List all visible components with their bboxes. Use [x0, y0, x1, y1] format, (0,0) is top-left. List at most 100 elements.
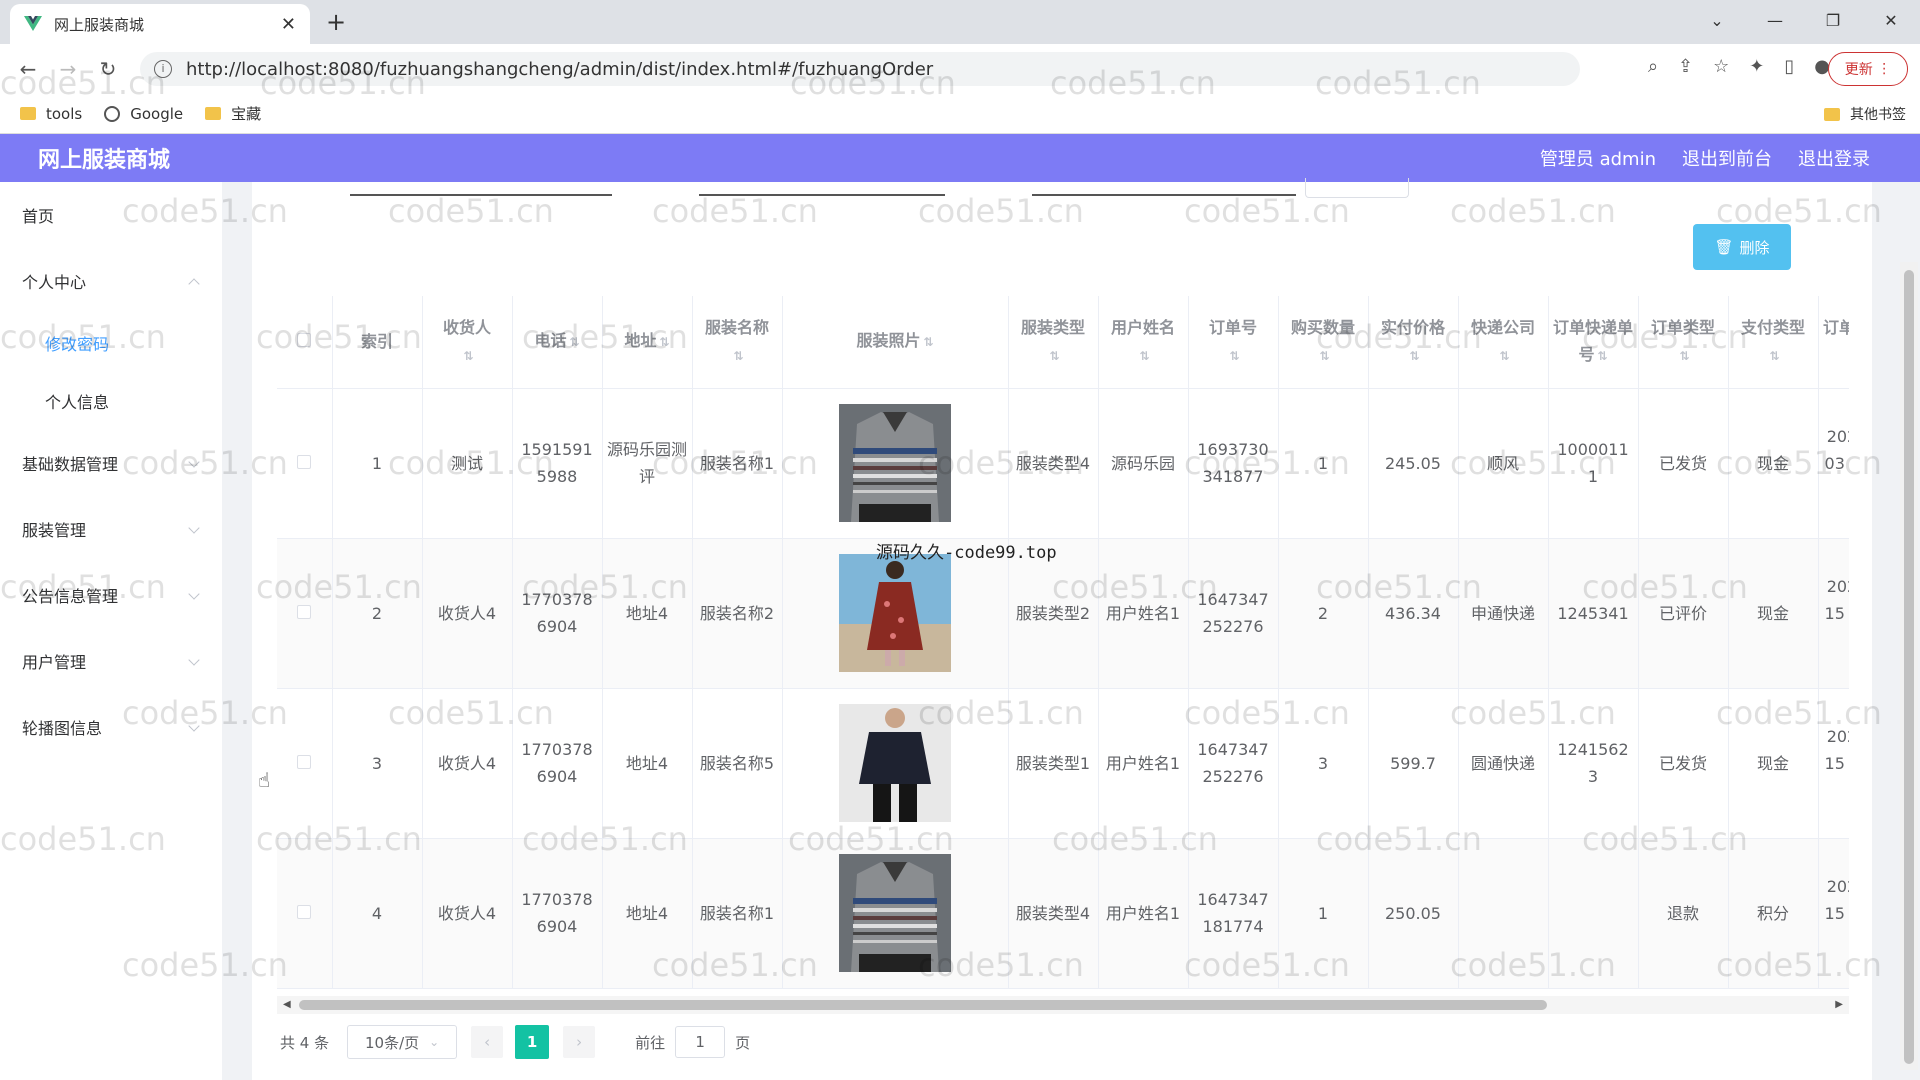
other-bookmarks[interactable]: 其他书签 [1824, 104, 1906, 124]
sidebar-item-label: 个人信息 [45, 393, 110, 412]
cell-username: 用户姓名1 [1098, 538, 1189, 689]
cell-tracking: 10000111 [1548, 388, 1639, 539]
sort-icon: ⇅ [1409, 348, 1420, 363]
new-tab-icon[interactable]: + [326, 8, 346, 36]
site-info-icon[interactable]: i [154, 60, 172, 78]
url-field[interactable]: i http://localhost:8080/fuzhuangshangche… [140, 52, 1580, 86]
sidebar-item-personal-center[interactable]: 个人中心 [0, 248, 222, 314]
cell-payment-type: 积分 [1728, 838, 1819, 989]
column-header[interactable]: 服装照片 ⇅ [782, 296, 1009, 389]
black-sweater-photo[interactable] [839, 704, 951, 822]
column-header[interactable]: 实付价格 ⇅ [1368, 296, 1459, 389]
column-header[interactable]: 订单号 ⇅ [1188, 296, 1279, 389]
goto-page-input[interactable]: 1 [675, 1026, 726, 1058]
column-header[interactable]: 用户姓名 ⇅ [1098, 296, 1189, 389]
cell-phone: 17703786904 [512, 838, 603, 989]
scrollbar-thumb[interactable] [1904, 270, 1914, 1064]
bookmark-label: tools [46, 104, 83, 123]
logout-link[interactable]: 退出登录 [1798, 145, 1870, 171]
window-close-icon[interactable]: ✕ [1862, 11, 1920, 30]
scroll-left-icon[interactable]: ◀ [283, 996, 291, 1014]
to-front-link[interactable]: 退出到前台 [1682, 145, 1772, 171]
tab-close-icon[interactable]: ✕ [281, 14, 296, 35]
extensions-icon[interactable]: ✦ [1749, 56, 1764, 77]
column-header[interactable]: 电话 ⇅ [512, 296, 603, 389]
sort-icon: ⇅ [463, 348, 474, 363]
row-checkbox[interactable] [277, 838, 333, 989]
table-row[interactable]: 1 测试 15915915988 源码乐园测评 服装名称1 服装类型4 源码乐园… [277, 388, 1849, 539]
zoom-icon[interactable]: ⌕ [1648, 56, 1658, 77]
maximize-icon[interactable]: ❐ [1804, 11, 1862, 30]
cell-order-number: 1647347252276 [1188, 688, 1279, 839]
bookmark-star-icon[interactable]: ☆ [1713, 56, 1729, 77]
table-row[interactable]: 4 收货人4 17703786904 地址4 服装名称1 服装类型4 用户姓名1… [277, 838, 1849, 989]
page-size-value: 10条/页 [364, 1033, 420, 1052]
column-header[interactable]: 订单创建时间⇅ [1818, 296, 1849, 389]
column-header[interactable]: 购买数量 ⇅ [1278, 296, 1369, 389]
update-button[interactable]: 更新 ⋮ [1828, 52, 1908, 86]
bookmark-google[interactable]: Google [104, 105, 183, 123]
cell-payment-type: 现金 [1728, 688, 1819, 839]
forward-icon[interactable]: → [48, 57, 88, 81]
sidebar-item-change-password[interactable]: 修改密码 [0, 314, 222, 372]
search-input-2[interactable] [699, 194, 945, 196]
sidebar-item-home[interactable]: 首页 [0, 182, 222, 248]
sidebar-item-notice[interactable]: 公告信息管理 [0, 562, 222, 628]
side-panel-icon[interactable]: ▯ [1784, 56, 1794, 77]
page-size-select[interactable]: 10条/页 ⌄ [347, 1025, 458, 1059]
browser-tabbar: 网上服装商城 ✕ + ⌄ — ❐ ✕ [0, 0, 1920, 44]
chevron-down-icon [188, 456, 200, 468]
browser-tab[interactable]: 网上服装商城 ✕ [10, 4, 310, 44]
cell-order-number: 1693730341877 [1188, 388, 1279, 539]
scrollbar-thumb[interactable] [299, 1000, 1547, 1010]
table-row[interactable]: 3 收货人4 17703786904 地址4 服装名称5 服装类型1 用户姓名1… [277, 688, 1849, 839]
cell-username: 用户姓名1 [1098, 688, 1189, 839]
column-header[interactable]: 服装类型 ⇅ [1008, 296, 1099, 389]
search-input-1[interactable] [350, 194, 612, 196]
app-header: 网上服装商城 管理员 admin 退出到前台 退出登录 [0, 134, 1920, 182]
row-checkbox[interactable] [277, 688, 333, 839]
column-header[interactable]: 收货人 ⇅ [422, 296, 513, 389]
scroll-right-icon[interactable]: ▶ [1835, 996, 1843, 1014]
page-number-button[interactable]: 1 [515, 1025, 550, 1059]
column-header[interactable]: 订单快递单号 ⇅ [1548, 296, 1639, 389]
horizontal-scrollbar[interactable]: ◀ ▶ [277, 996, 1849, 1014]
column-header[interactable]: 订单类型 ⇅ [1638, 296, 1729, 389]
bookmark-tools[interactable]: tools [20, 105, 82, 123]
hand-cursor-icon: ☝ [258, 768, 271, 792]
select-all-checkbox[interactable] [277, 296, 333, 389]
minimize-icon[interactable]: — [1746, 11, 1804, 30]
column-header[interactable]: 服装名称 ⇅ [692, 296, 783, 389]
column-header[interactable]: 支付类型 ⇅ [1728, 296, 1819, 389]
sidebar-item-clothing[interactable]: 服装管理 [0, 496, 222, 562]
sidebar-item-users[interactable]: 用户管理 [0, 628, 222, 694]
vertical-scrollbar[interactable] [1900, 262, 1918, 1070]
cell-order-type: 已评价 [1638, 538, 1729, 689]
search-button[interactable] [1305, 178, 1409, 198]
cell-receiver: 收货人4 [422, 838, 513, 989]
delete-button[interactable]: 🗑 删除 [1693, 224, 1791, 270]
column-header[interactable]: 地址 ⇅ [602, 296, 693, 389]
striped-polo-shirt-photo[interactable] [839, 404, 951, 522]
row-checkbox[interactable] [277, 538, 333, 689]
next-page-button[interactable]: › [563, 1026, 596, 1058]
row-checkbox[interactable] [277, 388, 333, 539]
back-icon[interactable]: ← [8, 57, 48, 81]
main-content: 🗑 删除 索引 收货人 ⇅ 电话 ⇅ 地址 ⇅ 服装名称 ⇅ 服装照片 ⇅ 服装类型 ⇅ 用… [252, 178, 1872, 1080]
search-input-3[interactable] [1032, 194, 1296, 196]
prev-page-button[interactable]: ‹ [471, 1026, 504, 1058]
column-header[interactable]: 快递公司 ⇅ [1458, 296, 1549, 389]
share-icon[interactable]: ⇪ [1678, 56, 1693, 77]
cell-payment-type: 现金 [1728, 538, 1819, 689]
sidebar-item-carousel[interactable]: 轮播图信息 [0, 694, 222, 760]
tab-list-icon[interactable]: ⌄ [1688, 11, 1746, 30]
bookmark-treasure[interactable]: 宝藏 [205, 103, 261, 124]
cell-price: 599.7 [1368, 688, 1459, 839]
sidebar-item-basic-data[interactable]: 基础数据管理 [0, 430, 222, 496]
table-row[interactable]: 2 收货人4 17703786904 地址4 服装名称2 服装类型2 用户姓名1… [277, 538, 1849, 689]
red-floral-dress-photo[interactable] [839, 554, 951, 672]
reload-icon[interactable]: ↻ [88, 57, 128, 81]
cell-created-time: 2022-03-15 20:26:22 [1818, 838, 1849, 989]
sidebar-item-personal-info[interactable]: 个人信息 [0, 372, 222, 430]
striped-polo-shirt-photo[interactable] [839, 854, 951, 972]
